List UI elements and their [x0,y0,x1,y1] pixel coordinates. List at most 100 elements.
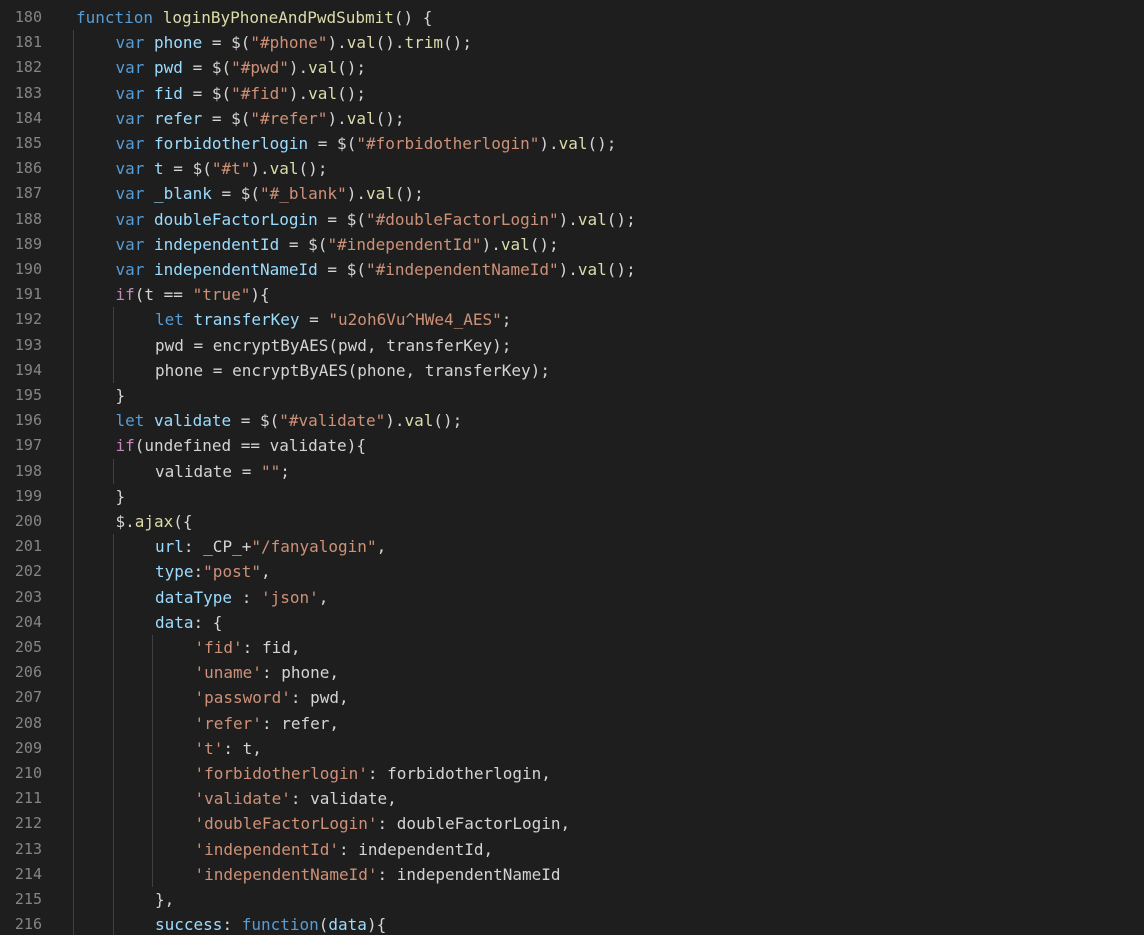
code-line[interactable]: 207 'password': pwd, [0,685,1144,711]
indent-guide [73,685,74,711]
indent-guide [112,811,114,837]
code-token: (); [394,184,424,204]
code-text: if(undefined == validate){ [116,433,366,458]
line-number: 197 [14,436,42,455]
line-number: 194 [14,360,42,379]
code-token: ; [501,310,512,330]
code-token: : { [193,612,223,632]
code-token: val [577,260,607,279]
code-token: (); [337,83,366,103]
code-token: ). [539,134,559,153]
code-line[interactable]: 184 var refer = $("#refer").val(); [0,105,1144,131]
line-number: 198 [14,461,42,480]
code-text: var t = $("#t").val(); [116,156,328,181]
code-line[interactable]: 181 var phone = $("#phone").val().trim(); [0,30,1144,56]
code-line[interactable]: 183 var fid = $("#fid").val(); [0,80,1144,106]
line-number: 196 [14,411,42,430]
code-line[interactable]: 215}, [0,887,1144,913]
line-number: 199 [14,486,42,505]
indent-guide [73,735,74,761]
code-line[interactable]: 211 'validate': validate, [0,786,1144,812]
code-token: "post" [203,562,261,582]
code-line[interactable]: 212 'doubleFactorLogin': doubleFactorLogi… [0,811,1144,837]
code-token: = $( [163,159,212,179]
code-line[interactable]: 190 var independentNameId = $("#independe… [0,257,1144,283]
code-token: phone [154,33,203,53]
code-token: (); [298,159,328,179]
code-token: loginByPhoneAndPwdSubmit [162,8,394,27]
code-line[interactable]: 180 function loginByPhoneAndPwdSubmit() { [0,5,1144,30]
code-token: "#forbidotherlogin" [356,134,540,153]
line-number: 210 [14,764,42,782]
code-text: var _blank = $("#_blank").val(); [116,181,424,206]
code-line[interactable]: 199} [0,483,1144,509]
indent-guide [73,332,74,358]
code-line[interactable]: 195} [0,383,1144,409]
code-token: $. [115,512,135,531]
indent-guide [152,710,153,736]
code-text: var forbidotherlogin = $("#forbidotherlo… [116,131,617,156]
indent-guide [73,912,74,935]
indent-guide [112,307,114,333]
code-token: 'doubleFactorLogin' [194,814,378,834]
code-text: if(t == "true"){ [116,282,270,307]
code-line[interactable]: 193 pwd = encryptByAES(pwd, transferKey); [0,332,1144,358]
indent-guide [73,509,74,535]
code-line[interactable]: 206 'uname': phone, [0,660,1144,686]
code-token: val [404,411,434,431]
code-line[interactable]: 185 var forbidotherlogin = $("#forbidothe… [0,131,1144,157]
code-token: 'refer' [194,713,262,733]
code-token: validate [154,411,232,431]
code-line[interactable]: 214 'independentNameId': independentNameI… [0,861,1144,887]
code-token: ). [481,234,501,254]
code-line[interactable]: 198 validate = ""; [0,458,1144,484]
code-line[interactable]: 216 success: function(data){ [0,912,1144,935]
code-line[interactable]: 188 var doubleFactorLogin = $("#doubleFac… [0,206,1144,232]
code-line[interactable]: 200 $.ajax({ [0,509,1144,535]
code-line[interactable]: 196 let validate = $("#validate").val(); [0,408,1144,434]
code-line[interactable]: 186 var t = $("#t").val(); [0,156,1144,182]
code-token: ). [385,411,405,431]
code-token: (); [433,411,463,431]
indent-guide [73,887,74,913]
code-line[interactable]: 202 type:"post", [0,559,1144,585]
line-number: 188 [14,209,42,228]
code-line[interactable]: 191 if(t == "true"){ [0,282,1144,308]
indent-guide [112,332,114,358]
code-editor[interactable]: 180 function loginByPhoneAndPwdSubmit() {… [0,0,1144,935]
code-line[interactable]: 194 phone = encryptByAES(phone, transferK… [0,357,1144,383]
code-text: phone = encryptByAES(phone, transferKey)… [155,358,550,383]
indent-guide [112,887,114,913]
code-line[interactable]: 213 'independentId': independentId, [0,836,1144,862]
code-text: let validate = $("#validate").val(); [116,408,463,433]
code-line[interactable]: 209 't': t, [0,735,1144,761]
indent-guide [73,206,74,232]
code-line[interactable]: 189 var independentId = $("#independentId… [0,231,1144,257]
code-line[interactable]: 187 var _blank = $("#_blank").val(); [0,181,1144,207]
indent-guide [152,685,153,711]
code-token: } [115,386,126,405]
code-line[interactable]: 197 if(undefined == validate){ [0,433,1144,459]
code-line[interactable]: 182 var pwd = $("#pwd").val(); [0,55,1144,81]
code-token: (); [337,58,366,78]
code-token: val [346,108,376,128]
code-text: 'independentNameId': independentNameId [195,862,561,887]
code-text: var independentNameId = $("#independentN… [116,257,636,282]
code-line[interactable]: 208 'refer': refer, [0,710,1144,736]
code-line[interactable]: 210 'forbidotherlogin': forbidotherlogin, [0,761,1144,787]
code-line[interactable]: 192 let transferKey = "u2oh6Vu^HWe4_AES"; [0,307,1144,333]
indent-guide [112,660,114,686]
code-token: var [115,234,155,254]
code-token: ). [250,159,270,179]
code-line[interactable]: 201 url: _CP_+"/fanyalogin", [0,534,1144,560]
indent-guide [152,836,153,862]
line-number: 202 [14,562,42,581]
code-line[interactable]: 204 data: { [0,609,1144,635]
indent-guide [73,282,74,308]
indent-guide [73,80,74,106]
code-line[interactable]: 205 'fid': fid, [0,635,1144,661]
code-text: var doubleFactorLogin = $("#doubleFactor… [116,207,636,232]
code-token: (); [529,234,559,254]
code-line[interactable]: 203 dataType : 'json', [0,584,1144,610]
indent-guide [73,660,74,686]
